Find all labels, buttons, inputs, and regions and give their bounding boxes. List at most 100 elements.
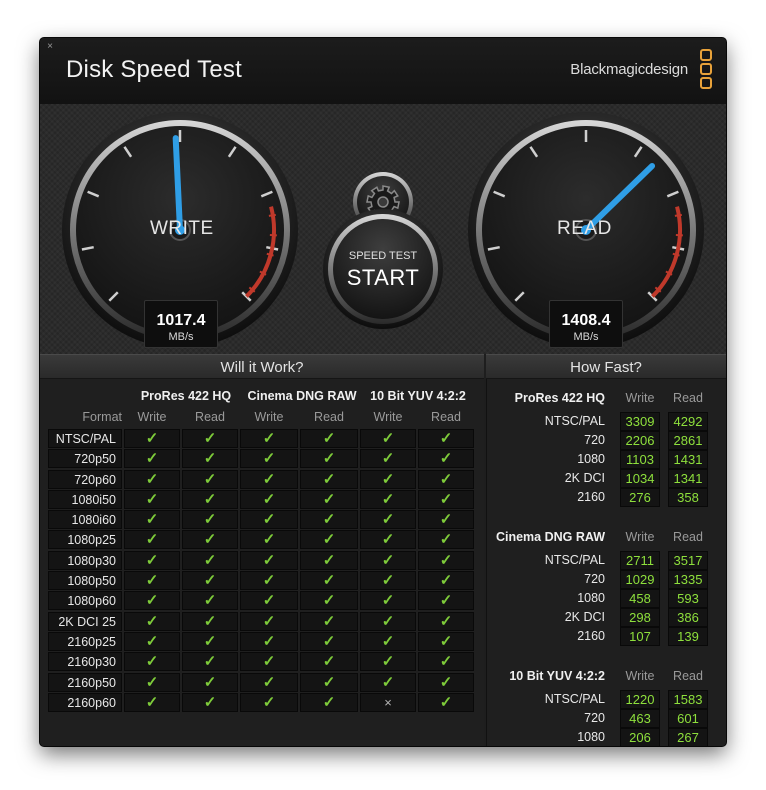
compat-cell: ✓ [300, 692, 358, 712]
checkmark-icon: ✓ [203, 511, 217, 529]
checkmark-icon: ✓ [145, 693, 159, 711]
table-row: 1080p50 ✓ ✓ ✓ ✓ ✓ ✓ [48, 571, 476, 591]
compat-cell: ✓ [418, 571, 474, 591]
write-column-header: Write [625, 391, 655, 405]
format-label: 720p50 [48, 449, 122, 469]
format-label: 720p60 [48, 469, 122, 489]
checkmark-icon: ✓ [262, 592, 276, 610]
compat-cell: ✓ [418, 449, 474, 469]
resolution-label: 2K DCI [564, 610, 605, 624]
resolution-label: NTSC/PAL [544, 414, 605, 428]
compat-cell: ✓ [300, 429, 358, 448]
close-icon[interactable]: × [44, 41, 56, 52]
checkmark-icon: ✓ [145, 572, 159, 590]
checkmark-icon: ✓ [262, 511, 276, 529]
table-row: 1080i60 ✓ ✓ ✓ ✓ ✓ ✓ [48, 510, 476, 530]
speed-row: 2K DCI 1034 1341 [487, 469, 726, 488]
compat-cell: ✓ [418, 672, 474, 692]
checkmark-icon: ✓ [381, 490, 395, 508]
read-readout: 1408.4 MB/s [549, 300, 623, 348]
speed-row: NTSC/PAL 3309 4292 [487, 412, 726, 431]
dng-read-header: Read [314, 410, 344, 424]
compat-cell: ✓ [240, 510, 298, 530]
compat-cell: ✓ [300, 631, 358, 651]
resolution-label: 720 [584, 711, 605, 725]
brand-logo-text: Blackmagicdesign [570, 61, 688, 78]
format-label: 1080i60 [48, 510, 122, 530]
compat-cell: ✓ [418, 469, 474, 489]
checkmark-icon: ✓ [203, 673, 217, 691]
compat-cell: ✓ [418, 510, 474, 530]
how-fast-panel: ProRes 422 HQ Write Read NTSC/PAL 3309 4292 72… [486, 379, 726, 746]
compat-cell: ✓ [182, 550, 238, 570]
group-prores: ProRes 422 HQ [140, 389, 232, 403]
group-header-row: ProRes 422 HQ Cinema DNG RAW 10 Bit YUV … [40, 389, 484, 407]
codec-name: Cinema DNG RAW [495, 530, 605, 544]
resolution-label: 2160 [577, 490, 605, 504]
codec-name: ProRes 422 HQ [514, 391, 605, 405]
read-fps-value: 3517 [668, 551, 708, 570]
compat-cell: ✓ [182, 672, 238, 692]
checkmark-icon: ✓ [439, 693, 453, 711]
prores-read-header: Read [195, 410, 225, 424]
format-label: 2K DCI 25 [48, 611, 122, 631]
checkmark-icon: ✓ [322, 511, 336, 529]
start-button[interactable]: SPEED TEST START [330, 216, 436, 322]
compat-cell: ✓ [240, 530, 298, 550]
speed-row: 2160 107 139 [487, 627, 726, 646]
read-gauge-label: READ [557, 218, 612, 239]
checkmark-icon: ✓ [322, 592, 336, 610]
checkmark-icon: ✓ [322, 551, 336, 569]
prores-write-header: Write [137, 410, 167, 424]
compat-cell: ✓ [182, 571, 238, 591]
write-speed-unit: MB/s [168, 331, 194, 343]
checkmark-icon: ✓ [145, 673, 159, 691]
resolution-label: NTSC/PAL [544, 553, 605, 567]
write-gauge-label: WRITE [150, 218, 214, 239]
format-table: NTSC/PAL ✓ ✓ ✓ ✓ ✓ ✓ 720p50 ✓ ✓ ✓ ✓ ✓ ✓ 720p60 ✓ ✓ ✓ ✓ ✓ ✓ 10… [48, 429, 476, 713]
checkmark-icon: ✓ [439, 430, 453, 447]
write-column-header: Write [625, 669, 655, 683]
table-row: 2160p50 ✓ ✓ ✓ ✓ ✓ ✓ [48, 672, 476, 693]
read-fps-value: 386 [668, 608, 708, 627]
brand-logo-icon [700, 49, 714, 93]
resolution-label: 720 [584, 572, 605, 586]
checkmark-icon: ✓ [262, 470, 276, 488]
compat-cell: ✓ [418, 591, 474, 611]
checkmark-icon: ✓ [145, 653, 159, 671]
speed-row: 720 1029 1335 [487, 570, 726, 589]
write-fps-value: 3309 [620, 412, 660, 431]
checkmark-icon: ✓ [203, 693, 217, 711]
compat-cell: ✓ [124, 489, 180, 509]
write-fps-value: 1034 [620, 469, 660, 488]
resolution-label: 2160 [577, 629, 605, 643]
compat-cell: ✓ [182, 652, 238, 672]
table-row: 1080p25 ✓ ✓ ✓ ✓ ✓ ✓ [48, 530, 476, 550]
format-label: 1080p50 [48, 571, 122, 591]
table-row: 1080p30 ✓ ✓ ✓ ✓ ✓ ✓ [48, 550, 476, 571]
compat-cell: ✓ [300, 672, 358, 692]
compat-cell: ✓ [240, 692, 298, 712]
compat-cell: ✓ [360, 449, 416, 469]
compat-cell: ✓ [124, 571, 180, 591]
format-label: 1080p30 [48, 550, 122, 570]
compat-cell: ✓ [240, 652, 298, 672]
format-label: 2160p25 [48, 631, 122, 651]
compat-cell: ✓ [240, 591, 298, 611]
compat-cell: ✓ [124, 550, 180, 570]
table-row: 2160p25 ✓ ✓ ✓ ✓ ✓ ✓ [48, 631, 476, 652]
resolution-label: 2K DCI [564, 471, 605, 485]
checkmark-icon: ✓ [381, 612, 395, 630]
read-fps-value: 139 [668, 627, 708, 646]
format-label: 2160p30 [48, 652, 122, 672]
format-label: 2160p50 [48, 672, 122, 692]
compat-cell: ✓ [418, 692, 474, 712]
checkmark-icon: ✓ [262, 632, 276, 650]
compat-cell: ✓ [360, 510, 416, 530]
checkmark-icon: ✓ [203, 592, 217, 610]
format-column-header: Format [82, 410, 122, 424]
resolution-label: NTSC/PAL [544, 692, 605, 706]
checkmark-icon: ✓ [145, 632, 159, 650]
compat-cell: ✓ [360, 530, 416, 550]
speed-row: 720 2206 2861 [487, 431, 726, 450]
